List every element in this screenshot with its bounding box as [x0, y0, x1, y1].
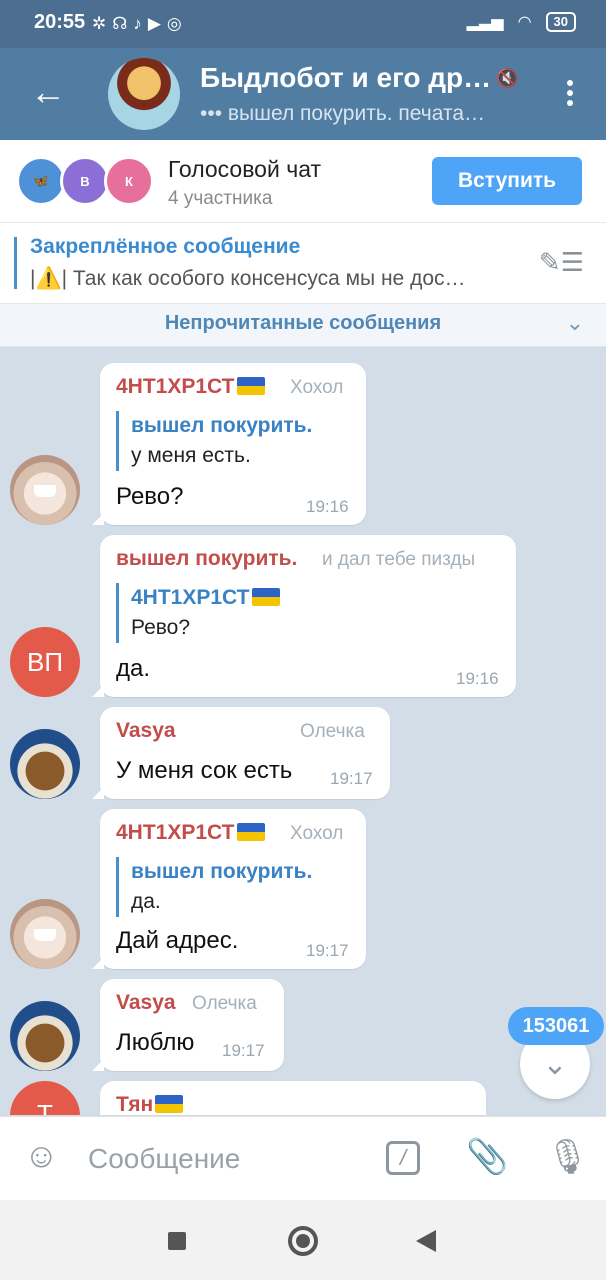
- chat-header: ← Быдлобот и его др… 🔇 ••• вышел покурит…: [0, 48, 606, 140]
- message-bubble[interactable]: 4НТ1ХР1СТ Хохол вышел покурить. у меня е…: [92, 363, 366, 525]
- avatar-hamster[interactable]: [10, 455, 80, 525]
- avatar-vp[interactable]: ВП: [10, 627, 80, 697]
- message-text: Дай адрес.: [116, 927, 239, 954]
- butterfly-avatar: 🦋: [16, 156, 66, 206]
- avatar-t[interactable]: Т: [10, 1081, 80, 1115]
- pinned-text: |⚠️| Так как особого консенсуса мы не до…: [30, 267, 466, 290]
- message-input[interactable]: Сообщение: [88, 1143, 240, 1175]
- reply-text: да.: [131, 890, 161, 913]
- more-menu-icon[interactable]: [564, 76, 576, 110]
- message-text: да.: [116, 655, 151, 682]
- voice-chat-banner[interactable]: 🦋 В К Голосовой чат 4 участника Вступить: [0, 140, 606, 223]
- chat-title[interactable]: Быдлобот и его др…: [200, 62, 491, 94]
- message-author[interactable]: Тян: [116, 1093, 184, 1115]
- voice-chat-participants: 4 участника: [168, 188, 273, 209]
- message-bubble[interactable]: Vasya Олечка У меня сок есть 19:17: [92, 707, 390, 799]
- back-button[interactable]: [416, 1230, 436, 1252]
- battery-icon: 30: [545, 12, 576, 32]
- ukraine-flag-icon: [251, 588, 280, 606]
- join-button[interactable]: Вступить: [432, 157, 582, 205]
- system-nav-bar: [0, 1200, 606, 1280]
- typing-status: ••• вышел покурить. печата…: [200, 102, 486, 125]
- reply-quote[interactable]: вышел покурить. да.: [116, 857, 312, 917]
- message-time: 19:16: [456, 669, 499, 688]
- message-bubble[interactable]: вышел покурить. и дал тебе пизды 4НТ1ХР1…: [92, 535, 516, 697]
- message-time: 19:17: [222, 1041, 265, 1060]
- reply-text: Рево?: [131, 616, 191, 639]
- reply-quote[interactable]: вышел покурить. у меня есть.: [116, 411, 312, 471]
- message-text: Рево?: [116, 483, 184, 510]
- attach-icon[interactable]: 📎: [466, 1137, 508, 1177]
- emoji-icon[interactable]: ☺: [24, 1137, 59, 1176]
- message-rank: Хохол: [290, 823, 344, 844]
- message-time: 19:16: [306, 497, 349, 516]
- chat-area[interactable]: 4НТ1ХР1СТ Хохол вышел покурить. у меня е…: [0, 347, 606, 1115]
- message-rank: Олечка: [192, 993, 257, 1014]
- participant-avatar-v: В: [60, 156, 110, 206]
- message-bubble[interactable]: Тян: [100, 1081, 486, 1115]
- home-button[interactable]: [288, 1226, 318, 1256]
- message-author[interactable]: Vasya: [116, 991, 176, 1015]
- voice-chat-title: Голосовой чат: [168, 156, 322, 182]
- pin-list-icon[interactable]: ✎☰: [539, 247, 584, 278]
- message-input-bar: ☺ Сообщение / 📎 🎙: [0, 1116, 606, 1201]
- message-text: Люблю: [116, 1029, 195, 1056]
- bot-commands-icon[interactable]: /: [386, 1141, 420, 1175]
- reply-name: 4НТ1ХР1СТ: [131, 583, 280, 613]
- message-time: 19:17: [306, 941, 349, 960]
- avatar-guinea-pig[interactable]: [10, 1001, 80, 1071]
- notification-icons: ✲☊♪▶◎: [92, 14, 188, 33]
- message-author[interactable]: вышел покурить.: [116, 547, 297, 571]
- message-author[interactable]: 4НТ1ХР1СТ: [116, 375, 265, 399]
- message-time: 19:17: [330, 769, 373, 788]
- reply-text: у меня есть.: [131, 444, 251, 467]
- status-bar: 20:55 ✲☊♪▶◎ ▂▃▅ ◠ 30: [0, 0, 606, 48]
- unread-count-badge[interactable]: 153061: [508, 1007, 604, 1045]
- participant-avatar-k: К: [104, 156, 154, 206]
- message-rank: Хохол: [290, 377, 344, 398]
- avatar-guinea-pig[interactable]: [10, 729, 80, 799]
- pinned-bar: [14, 237, 17, 289]
- reply-quote[interactable]: 4НТ1ХР1СТ Рево?: [116, 583, 280, 643]
- message-rank: и дал тебе пизды: [322, 549, 476, 570]
- ukraine-flag-icon: [155, 1095, 184, 1113]
- unread-divider: Непрочитанные сообщения ⌄: [0, 304, 606, 347]
- muted-icon: 🔇: [496, 68, 519, 88]
- message-bubble[interactable]: 4НТ1ХР1СТ Хохол вышел покурить. да. Дай …: [92, 809, 366, 969]
- avatar-hamster[interactable]: [10, 899, 80, 969]
- back-arrow-icon[interactable]: ←: [30, 74, 66, 110]
- message-text: У меня сок есть: [116, 757, 293, 784]
- message-bubble[interactable]: Vasya Олечка Люблю 19:17: [92, 979, 284, 1071]
- chevron-down-icon: ⌄: [542, 1047, 568, 1081]
- chevron-down-icon[interactable]: ⌄: [566, 310, 584, 336]
- reply-name: вышел покурить.: [131, 414, 313, 437]
- ukraine-flag-icon: [236, 823, 265, 841]
- wifi-icon: ◠: [517, 14, 532, 31]
- signal-icon: ▂▃▅: [466, 14, 504, 31]
- pinned-label: Закреплённое сообщение: [30, 235, 301, 258]
- status-time: 20:55: [34, 11, 86, 33]
- unread-label: Непрочитанные сообщения: [164, 312, 442, 334]
- message-author[interactable]: Vasya: [116, 719, 176, 743]
- message-author[interactable]: 4НТ1ХР1СТ: [116, 821, 265, 845]
- recents-button[interactable]: [168, 1232, 186, 1250]
- group-avatar[interactable]: [108, 58, 180, 130]
- microphone-icon[interactable]: 🎙: [546, 1137, 589, 1177]
- status-right: ▂▃▅ ◠ 30: [467, 12, 576, 32]
- ukraine-flag-icon: [236, 377, 265, 395]
- reply-name: вышел покурить.: [131, 860, 313, 883]
- message-rank: Олечка: [300, 721, 365, 742]
- pinned-message[interactable]: Закреплённое сообщение |⚠️| Так как особ…: [0, 223, 606, 304]
